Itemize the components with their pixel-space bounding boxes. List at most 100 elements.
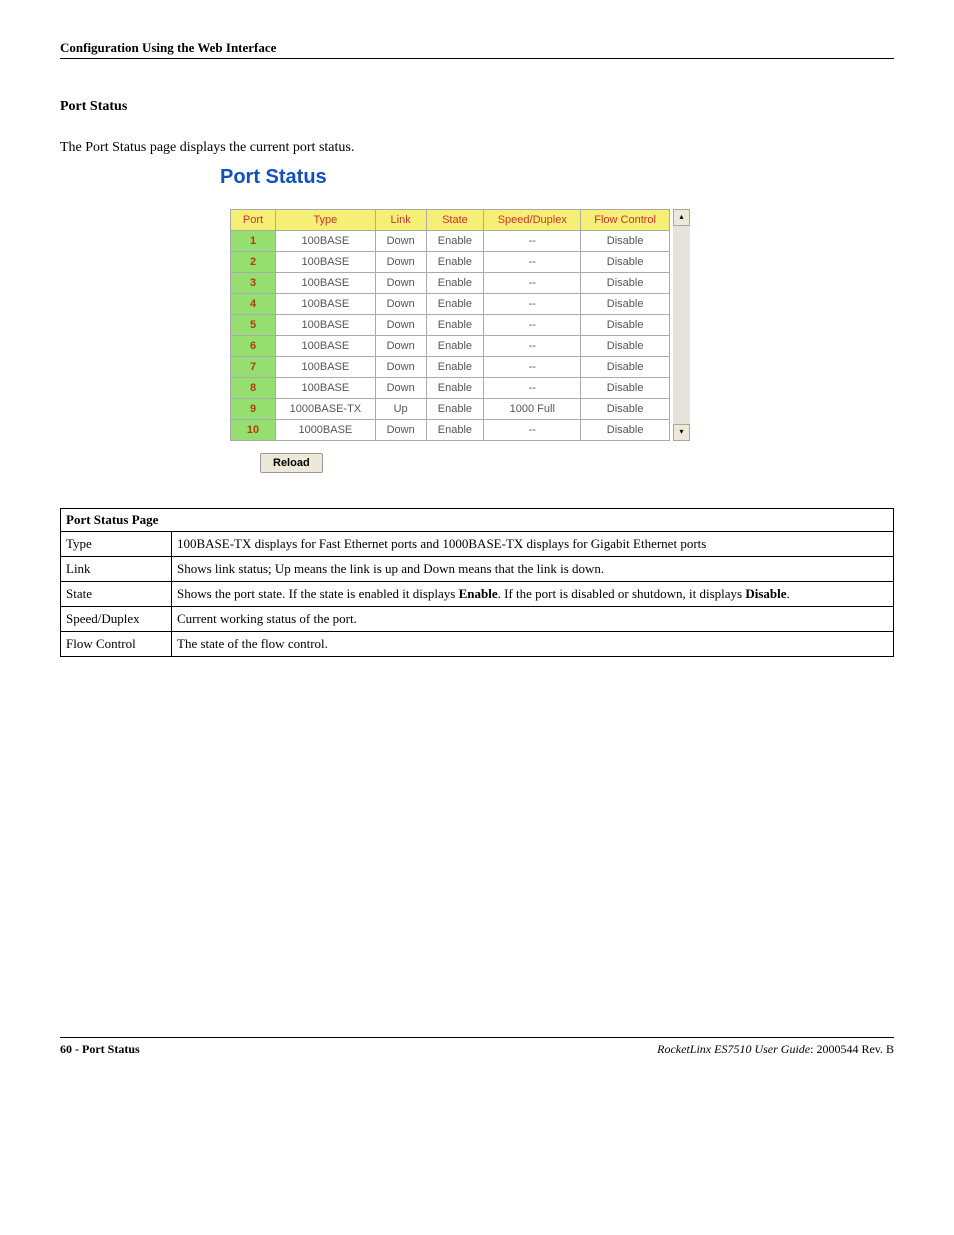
cell-state: Enable [426,357,484,378]
desc-row: StateShows the port state. If the state … [61,582,894,607]
cell-link: Down [375,357,426,378]
cell-state: Enable [426,420,484,441]
cell-state: Enable [426,252,484,273]
scroll-down-icon[interactable]: ▾ [673,424,690,441]
cell-link: Down [375,336,426,357]
desc-text: Shows link status; Up means the link is … [172,557,894,582]
cell-speed-duplex: -- [484,378,581,399]
col-type: Type [276,210,376,231]
table-row: 1100BASEDownEnable--Disable [231,231,670,252]
cell-flow-control: Disable [581,399,670,420]
scrollbar[interactable]: ▴ ▾ [673,209,690,441]
cell-speed-duplex: -- [484,252,581,273]
desc-header: Port Status Page [61,509,894,532]
cell-speed-duplex: -- [484,294,581,315]
table-row: 6100BASEDownEnable--Disable [231,336,670,357]
cell-link: Down [375,315,426,336]
port-status-table: Port Type Link State Speed/Duplex Flow C… [230,209,670,441]
cell-link: Down [375,294,426,315]
cell-flow-control: Disable [581,315,670,336]
cell-port: 1 [231,231,276,252]
cell-link: Down [375,420,426,441]
cell-flow-control: Disable [581,378,670,399]
cell-port: 5 [231,315,276,336]
cell-type: 100BASE [276,252,376,273]
footer-left: 60 - Port Status [60,1042,140,1057]
cell-type: 100BASE [276,273,376,294]
reload-button[interactable]: Reload [260,453,323,473]
cell-link: Down [375,273,426,294]
desc-text: 100BASE-TX displays for Fast Ethernet po… [172,532,894,557]
table-row: 8100BASEDownEnable--Disable [231,378,670,399]
desc-label: State [61,582,172,607]
cell-type: 1000BASE [276,420,376,441]
cell-link: Down [375,378,426,399]
cell-flow-control: Disable [581,336,670,357]
cell-port: 2 [231,252,276,273]
cell-type: 100BASE [276,357,376,378]
cell-flow-control: Disable [581,231,670,252]
cell-speed-duplex: -- [484,420,581,441]
cell-flow-control: Disable [581,252,670,273]
cell-link: Down [375,231,426,252]
desc-row: LinkShows link status; Up means the link… [61,557,894,582]
table-row: 101000BASEDownEnable--Disable [231,420,670,441]
table-row: 91000BASE-TXUpEnable1000 FullDisable [231,399,670,420]
desc-label: Link [61,557,172,582]
desc-text: The state of the flow control. [172,632,894,657]
cell-flow-control: Disable [581,273,670,294]
cell-type: 100BASE [276,315,376,336]
cell-state: Enable [426,378,484,399]
cell-type: 100BASE [276,336,376,357]
cell-port: 3 [231,273,276,294]
cell-state: Enable [426,294,484,315]
col-link: Link [375,210,426,231]
col-state: State [426,210,484,231]
cell-type: 1000BASE-TX [276,399,376,420]
cell-port: 9 [231,399,276,420]
cell-speed-duplex: -- [484,315,581,336]
cell-type: 100BASE [276,378,376,399]
table-row: 5100BASEDownEnable--Disable [231,315,670,336]
cell-link: Up [375,399,426,420]
description-table: Port Status Page Type100BASE-TX displays… [60,508,894,657]
page-header: Configuration Using the Web Interface [60,40,894,59]
footer-right-italic: RocketLinx ES7510 User Guide [657,1042,810,1056]
table-row: 3100BASEDownEnable--Disable [231,273,670,294]
scroll-up-icon[interactable]: ▴ [673,209,690,226]
desc-row: Speed/DuplexCurrent working status of th… [61,607,894,632]
cell-link: Down [375,252,426,273]
section-title: Port Status [60,99,894,115]
table-row: 2100BASEDownEnable--Disable [231,252,670,273]
cell-state: Enable [426,399,484,420]
col-port: Port [231,210,276,231]
page-footer: 60 - Port Status RocketLinx ES7510 User … [60,1037,894,1057]
desc-text: Shows the port state. If the state is en… [172,582,894,607]
cell-state: Enable [426,231,484,252]
widget-title: Port Status [220,166,894,189]
desc-label: Type [61,532,172,557]
cell-speed-duplex: -- [484,336,581,357]
table-row: 7100BASEDownEnable--Disable [231,357,670,378]
cell-flow-control: Disable [581,357,670,378]
table-row: 4100BASEDownEnable--Disable [231,294,670,315]
col-flow-control: Flow Control [581,210,670,231]
cell-speed-duplex: -- [484,357,581,378]
cell-speed-duplex: -- [484,273,581,294]
cell-port: 4 [231,294,276,315]
footer-right-normal: : 2000544 Rev. B [810,1042,894,1056]
cell-speed-duplex: -- [484,231,581,252]
table-header-row: Port Type Link State Speed/Duplex Flow C… [231,210,670,231]
desc-row: Type100BASE-TX displays for Fast Etherne… [61,532,894,557]
cell-state: Enable [426,315,484,336]
desc-row: Flow ControlThe state of the flow contro… [61,632,894,657]
cell-port: 7 [231,357,276,378]
cell-port: 8 [231,378,276,399]
intro-text: The Port Status page displays the curren… [60,140,894,156]
cell-state: Enable [426,273,484,294]
cell-port: 10 [231,420,276,441]
footer-right: RocketLinx ES7510 User Guide: 2000544 Re… [657,1042,894,1057]
desc-text: Current working status of the port. [172,607,894,632]
cell-flow-control: Disable [581,420,670,441]
col-speed-duplex: Speed/Duplex [484,210,581,231]
